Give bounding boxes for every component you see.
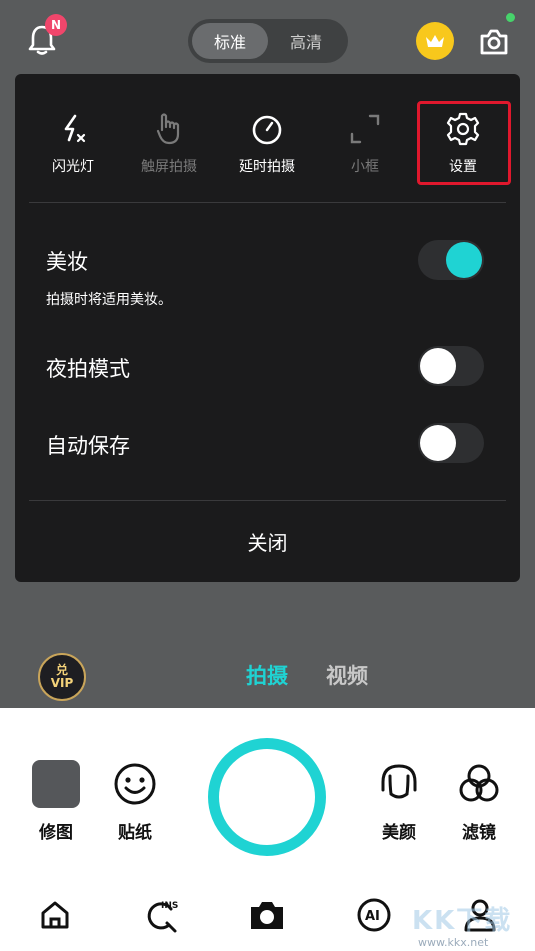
autosave-toggle[interactable] xyxy=(418,423,484,463)
night-mode-title: 夜拍模式 xyxy=(46,357,130,381)
svg-text:AI: AI xyxy=(365,909,380,924)
vip-line2: VIP xyxy=(50,676,74,690)
smiley-icon xyxy=(114,763,156,805)
filter-button[interactable]: 滤镜 xyxy=(449,760,509,843)
camera-flip-icon xyxy=(480,29,508,55)
tool-flash[interactable]: 闪光灯 xyxy=(32,110,114,176)
toggle-knob xyxy=(420,425,456,461)
watermark-logo: KK下载 xyxy=(412,906,513,936)
beauty-label: 美颜 xyxy=(382,823,416,843)
filter-icon xyxy=(459,764,499,802)
nav-ins[interactable]: INS xyxy=(141,893,185,937)
flip-camera-button[interactable] xyxy=(472,20,516,64)
tool-label: 小框 xyxy=(351,159,379,175)
gallery-thumbnail xyxy=(32,760,80,808)
small-frame-icon xyxy=(350,114,380,144)
settings-panel: 闪光灯 触屏拍摄 延时拍摄 小框 设置 美妆 拍摄时将适用美妆。 夜拍模式 自动… xyxy=(15,74,520,582)
makeup-title: 美妆 xyxy=(46,250,88,274)
autosave-title: 自动保存 xyxy=(46,434,130,458)
edit-photo-button[interactable]: 修图 xyxy=(26,760,86,843)
camera-icon xyxy=(251,902,283,929)
svg-text:INS: INS xyxy=(161,901,178,911)
tool-label: 闪光灯 xyxy=(52,159,94,175)
vip-crown-button[interactable] xyxy=(416,22,454,60)
toggle-knob xyxy=(446,242,482,278)
tool-touch-shoot[interactable]: 触屏拍摄 xyxy=(128,110,210,176)
crown-icon xyxy=(426,35,444,47)
sticker-label: 贴纸 xyxy=(118,823,152,843)
nav-ai[interactable]: AI xyxy=(352,893,396,937)
tool-label: 延时拍摄 xyxy=(239,159,295,175)
quality-standard-option[interactable]: 标准 xyxy=(192,23,268,59)
status-dot xyxy=(506,13,515,22)
sticker-button[interactable]: 贴纸 xyxy=(105,760,165,843)
quality-hd-option[interactable]: 高清 xyxy=(268,23,344,59)
beauty-button[interactable]: 美颜 xyxy=(369,760,429,843)
tool-timer[interactable]: 延时拍摄 xyxy=(226,110,308,176)
home-icon xyxy=(41,901,69,929)
settings-highlight-box xyxy=(417,101,511,185)
quality-switch[interactable]: 标准 高清 xyxy=(188,19,348,63)
vip-redeem-badge[interactable]: 兑 VIP xyxy=(38,653,86,701)
makeup-toggle[interactable] xyxy=(418,240,484,280)
ai-icon: AI xyxy=(357,898,391,932)
shutter-button[interactable] xyxy=(208,738,326,856)
tab-photo[interactable]: 拍摄 xyxy=(246,660,288,690)
touch-shoot-icon xyxy=(156,113,180,145)
notification-badge: N xyxy=(45,14,67,36)
close-button[interactable]: 关闭 xyxy=(15,501,520,581)
nav-camera[interactable] xyxy=(245,893,289,937)
toggle-knob xyxy=(420,348,456,384)
ins-search-icon: INS xyxy=(147,901,178,933)
watermark-url: www.kkx.net xyxy=(418,936,489,949)
divider xyxy=(29,202,506,203)
tab-video[interactable]: 视频 xyxy=(326,660,368,690)
nav-home[interactable] xyxy=(33,893,77,937)
makeup-subtitle: 拍摄时将适用美妆。 xyxy=(46,292,172,308)
edit-label: 修图 xyxy=(39,823,73,843)
tool-label: 触屏拍摄 xyxy=(141,159,197,175)
tool-small-frame[interactable]: 小框 xyxy=(324,110,406,176)
flash-off-icon xyxy=(64,114,86,143)
filter-label: 滤镜 xyxy=(462,823,496,843)
timer-icon xyxy=(252,115,282,145)
night-mode-toggle[interactable] xyxy=(418,346,484,386)
face-icon xyxy=(381,764,417,799)
